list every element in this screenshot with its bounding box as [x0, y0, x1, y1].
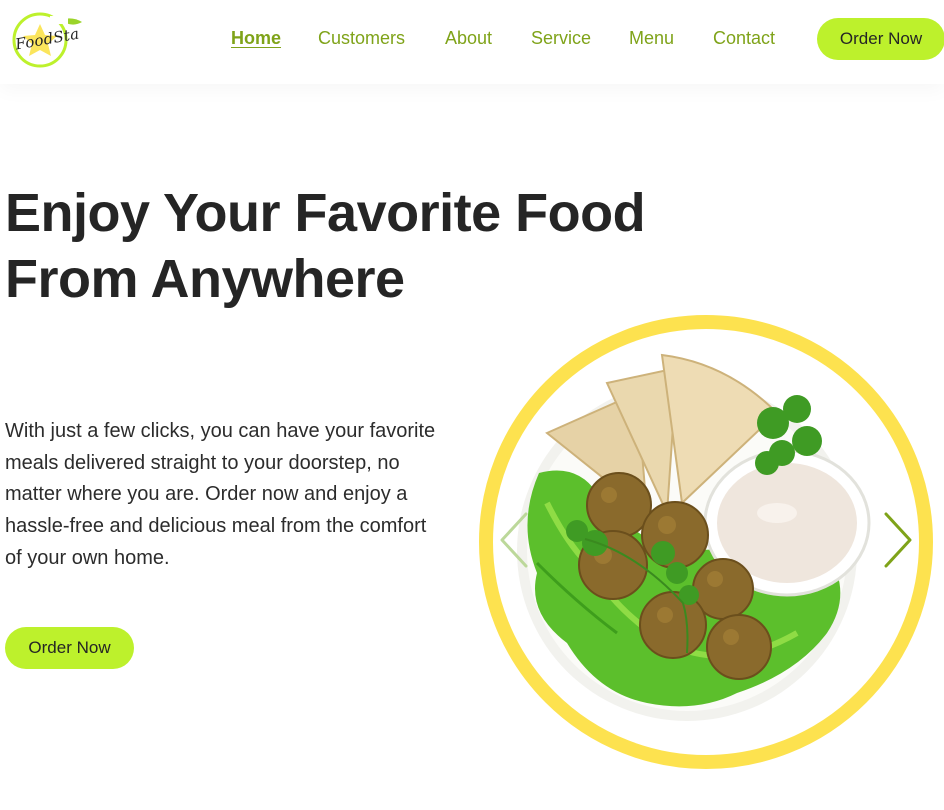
nav-item-about[interactable]: About — [445, 28, 492, 49]
nav-item-contact[interactable]: Contact — [713, 28, 775, 49]
carousel-next-button[interactable] — [880, 510, 916, 570]
carousel-prev-button[interactable] — [496, 510, 532, 570]
brand-logo[interactable]: FoodSta — [10, 10, 88, 70]
nav-item-customers[interactable]: Customers — [318, 28, 405, 49]
hero-order-now-button[interactable]: Order Now — [5, 627, 134, 669]
hero-food-image — [477, 313, 937, 773]
nav-order-now-button[interactable]: Order Now — [817, 18, 944, 60]
hero-title: Enjoy Your Favorite Food From Anywhere — [5, 180, 665, 312]
chevron-left-icon — [500, 512, 528, 568]
hero-description: With just a few clicks, you can have you… — [5, 420, 436, 569]
nav-item-home[interactable]: Home — [231, 28, 281, 49]
hero-title-line-2: From Anywhere — [5, 249, 405, 309]
navbar: FoodSta Home Customers About Service Men… — [0, 0, 944, 84]
nav-item-menu[interactable]: Menu — [629, 28, 674, 49]
hero-title-line-1: Enjoy Your Favorite Food — [5, 183, 646, 243]
nav-item-service[interactable]: Service — [531, 28, 591, 49]
chevron-right-icon — [884, 512, 912, 568]
